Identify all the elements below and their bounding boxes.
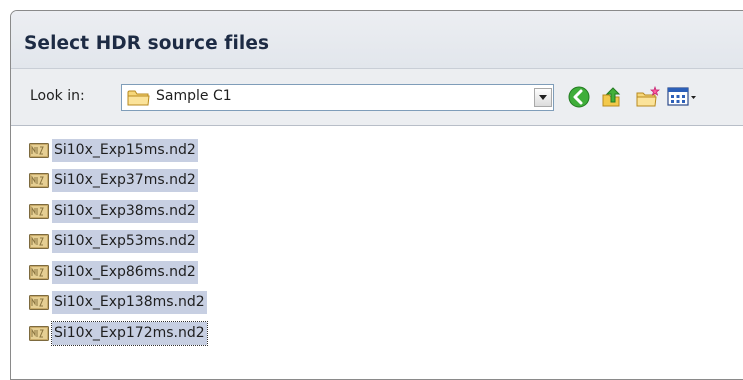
dialog-title: Select HDR source files [24,33,270,54]
file-name: Si10x_Exp53ms.nd2 [52,230,198,253]
file-item[interactable]: Si10x_Exp38ms.nd2 [29,199,198,223]
file-list[interactable]: Si10x_Exp15ms.nd2 Si10x_Exp37ms.nd2 Si10x_… [11,126,743,379]
file-item[interactable]: Si10x_Exp37ms.nd2 [29,169,198,193]
dropdown-button[interactable] [534,88,552,107]
new-folder-icon[interactable] [635,85,661,113]
file-name: Si10x_Exp172ms.nd2 [51,320,208,346]
view-menu-icon[interactable] [667,86,697,112]
file-item[interactable]: Si10x_Exp15ms.nd2 [29,138,198,162]
file-name: Si10x_Exp15ms.nd2 [52,138,198,162]
file-item[interactable]: Si10x_Exp53ms.nd2 [29,230,198,254]
look-in-dropdown[interactable]: Sample C1 [121,84,554,111]
nd2-file-icon [29,142,49,158]
file-name: Si10x_Exp38ms.nd2 [52,199,198,223]
folder-icon [127,88,151,111]
file-name: Si10x_Exp37ms.nd2 [52,169,198,192]
chevron-down-icon [539,95,547,100]
nd2-file-icon [29,295,49,310]
dialog-titlebar[interactable]: Select HDR source files [11,11,743,69]
file-item[interactable]: Si10x_Exp138ms.nd2 [29,291,207,315]
nd2-file-icon [29,264,49,280]
file-item[interactable]: Si10x_Exp172ms.nd2 [29,320,208,346]
nd2-file-icon [29,234,49,249]
look-in-value: Sample C1 [156,88,232,104]
nd2-file-icon [29,173,49,188]
up-folder-icon[interactable] [600,85,624,113]
file-item[interactable]: Si10x_Exp86ms.nd2 [29,260,198,284]
look-in-toolbar: Look in: Sample C1 [11,69,743,126]
back-icon[interactable] [567,85,591,113]
select-hdr-dialog: Select HDR source files Look in: Sample … [10,10,743,380]
nd2-file-icon [29,325,49,341]
look-in-label: Look in: [30,88,85,104]
file-name: Si10x_Exp86ms.nd2 [52,260,198,284]
file-name: Si10x_Exp138ms.nd2 [52,291,207,314]
nd2-file-icon [29,203,49,219]
